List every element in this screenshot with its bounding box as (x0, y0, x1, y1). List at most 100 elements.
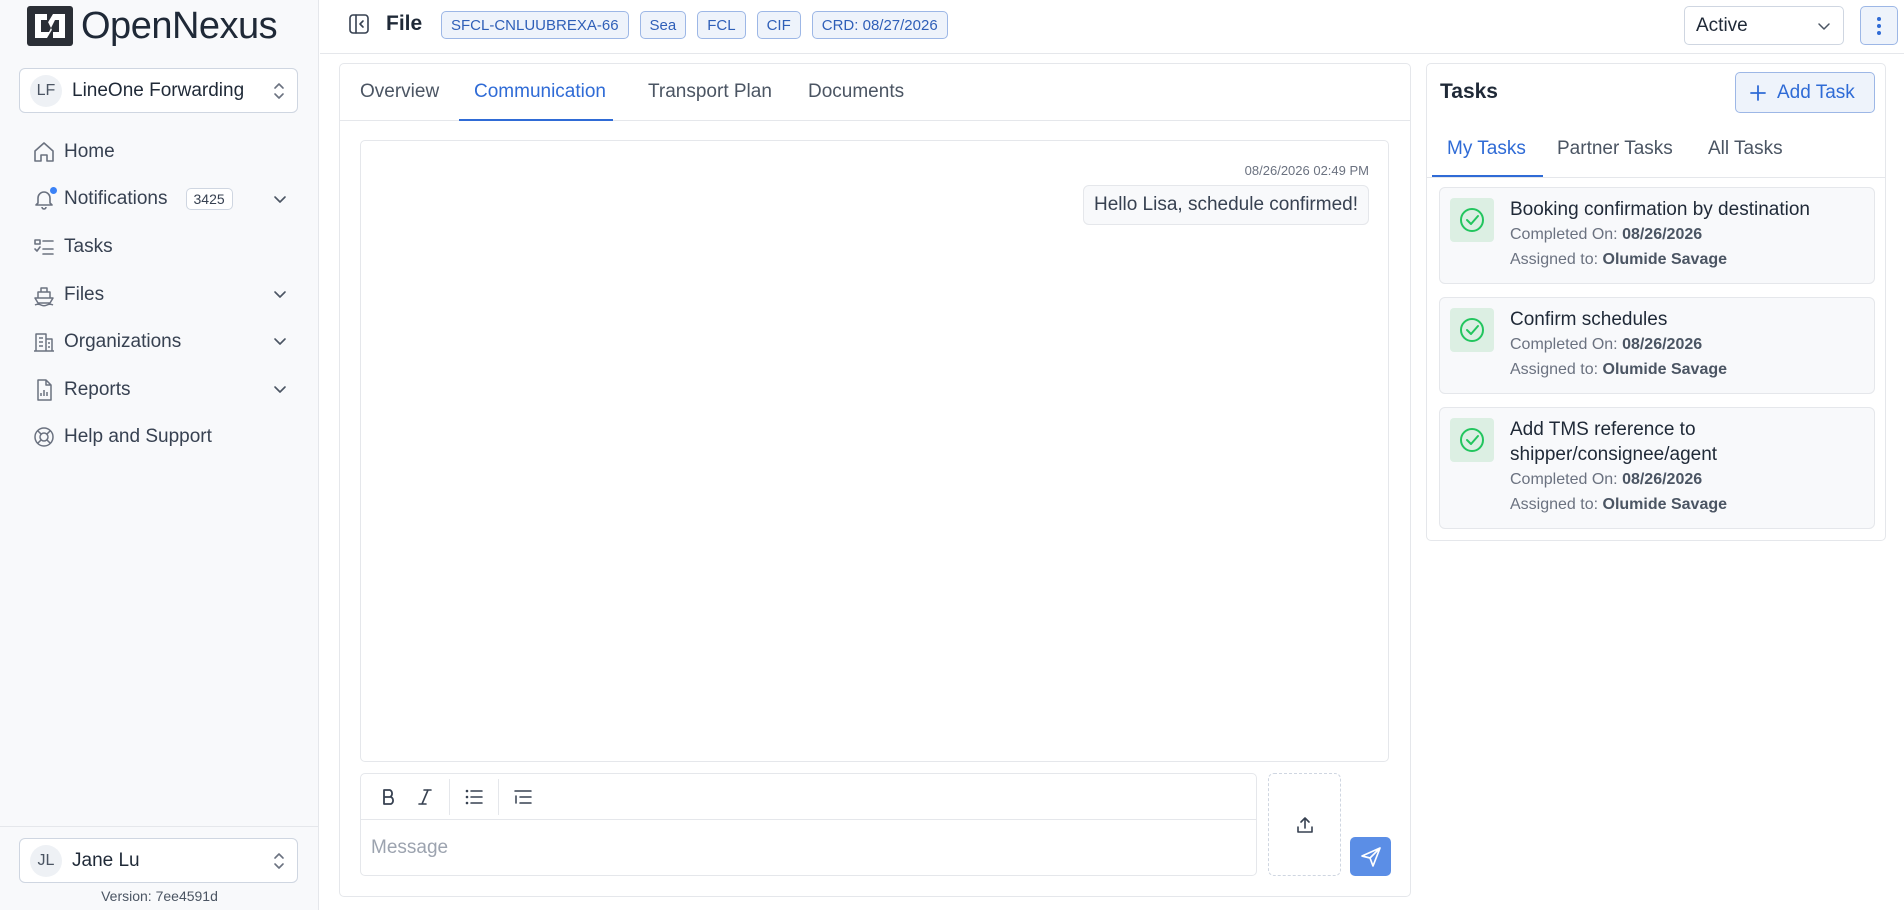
tab-overview[interactable]: Overview (360, 81, 439, 103)
org-switcher[interactable]: LF LineOne Forwarding (19, 68, 298, 113)
tab-my-tasks[interactable]: My Tasks (1447, 138, 1526, 160)
check-circle-icon (1460, 208, 1484, 232)
file-reference-tag: SFCL-CNLUUBREXA-66 (441, 11, 629, 39)
completed-date: 08/26/2026 (1622, 471, 1703, 488)
sidebar-divider (0, 826, 319, 827)
formatting-toolbar (361, 774, 1256, 820)
toolbar-divider (449, 778, 450, 815)
tab-documents[interactable]: Documents (808, 81, 904, 103)
nexus-logo-icon (27, 6, 73, 46)
logo-word-nexus: Nexus (171, 5, 278, 47)
task-status (1450, 308, 1494, 352)
mode-tag: Sea (639, 11, 687, 39)
chevron-down-icon (1818, 23, 1830, 30)
italic-icon (418, 788, 432, 805)
task-card[interactable]: Add TMS reference to shipper/consignee/a… (1439, 407, 1875, 529)
task-body: Add TMS reference to shipper/consignee/a… (1510, 417, 1865, 517)
crd-date-tag: CRD: 08/27/2026 (811, 11, 948, 39)
sidebar-item-home[interactable]: Home (19, 128, 298, 176)
lifebuoy-icon (34, 427, 54, 448)
more-actions-button[interactable] (1860, 6, 1898, 45)
bold-icon (383, 788, 394, 805)
completed-label: Completed On: (1510, 471, 1618, 488)
message-thread[interactable]: 08/26/2026 02:49 PM Hello Lisa, schedule… (360, 140, 1389, 762)
task-completed-on: Completed On: 08/26/2026 (1510, 467, 1865, 492)
task-card[interactable]: Confirm schedules Completed On: 08/26/20… (1439, 297, 1875, 394)
task-list-icon (34, 239, 54, 255)
sidebar-item-label: Organizations (64, 331, 182, 353)
building-icon (34, 333, 54, 352)
task-title: Add TMS reference to shipper/consignee/a… (1510, 419, 1718, 465)
ship-icon (34, 286, 54, 307)
chevron-down-icon[interactable] (272, 193, 288, 207)
bullet-list-button[interactable] (456, 782, 492, 812)
indent-list-icon (514, 789, 532, 804)
task-title: Booking confirmation by destination (1510, 199, 1810, 220)
indent-list-button[interactable] (505, 782, 541, 812)
app-name: OpenNexus (81, 5, 278, 47)
task-assignee: Assigned to: Olumide Savage (1510, 247, 1865, 272)
message-bubble: Hello Lisa, schedule confirmed! (1082, 185, 1369, 225)
app-version: Version: 7ee4591d (101, 888, 218, 904)
sidebar-item-organizations[interactable]: Organizations (19, 318, 298, 366)
sidebar-item-label: Files (64, 283, 105, 305)
load-type-tag: FCL (697, 11, 746, 39)
task-tabs: My Tasks Partner Tasks All Tasks (1427, 121, 1885, 178)
bullet-list-icon (465, 789, 483, 804)
sidebar-item-notifications[interactable]: Notifications 3425 (19, 176, 298, 224)
assigned-label: Assigned to: (1510, 251, 1599, 268)
assignee-name: Olumide Savage (1602, 251, 1728, 268)
add-task-button[interactable]: Add Task (1735, 72, 1875, 113)
sidebar-item-reports[interactable]: Reports (19, 366, 298, 414)
send-icon (1360, 846, 1381, 867)
toolbar-divider (498, 778, 499, 815)
tab-partner-tasks[interactable]: Partner Tasks (1557, 138, 1673, 160)
send-button[interactable] (1350, 837, 1391, 876)
tab-communication[interactable]: Communication (474, 81, 606, 103)
italic-button[interactable] (407, 782, 443, 812)
tab-all-tasks[interactable]: All Tasks (1708, 138, 1783, 160)
status-dropdown[interactable]: Active (1684, 6, 1844, 45)
user-avatar: JL (30, 844, 62, 877)
completed-label: Completed On: (1510, 336, 1618, 353)
assignee-name: Olumide Savage (1602, 496, 1728, 513)
message-timestamp: 08/26/2026 02:49 PM (1244, 163, 1369, 178)
sidebar-collapse-icon[interactable] (348, 13, 370, 35)
task-card[interactable]: Booking confirmation by destination Comp… (1439, 187, 1875, 284)
tasks-panel-title: Tasks (1440, 80, 1498, 103)
sidebar-item-files[interactable]: Files (19, 271, 298, 319)
task-body: Confirm schedules Completed On: 08/26/20… (1510, 307, 1865, 382)
chevron-down-icon[interactable] (272, 383, 288, 397)
task-assignee: Assigned to: Olumide Savage (1510, 357, 1865, 382)
sidebar-item-help[interactable]: Help and Support (19, 414, 298, 462)
chevron-up-down-icon (274, 83, 284, 99)
incoterm-tag: CIF (756, 11, 801, 39)
status-value: Active (1696, 14, 1748, 36)
file-tags: SFCL-CNLUUBREXA-66 Sea FCL CIF CRD: 08/2… (441, 11, 948, 39)
user-menu[interactable]: JL Jane Lu (19, 838, 298, 883)
home-icon (34, 141, 54, 162)
chevron-down-icon[interactable] (272, 288, 288, 302)
sidebar-item-label: Notifications (64, 188, 168, 210)
user-name: Jane Lu (72, 849, 140, 871)
assigned-label: Assigned to: (1510, 361, 1599, 378)
message-composer (360, 773, 1257, 876)
completed-date: 08/26/2026 (1622, 336, 1703, 353)
task-status (1450, 418, 1494, 462)
sidebar-nav: Home Notifications 3425 Tasks Files Orga… (19, 128, 298, 461)
logo-word-open: Open (81, 5, 172, 47)
sidebar: OpenNexus LF LineOne Forwarding Home Not… (0, 0, 319, 910)
sidebar-item-tasks[interactable]: Tasks (19, 223, 298, 271)
plus-icon (1750, 84, 1766, 101)
notification-dot (49, 185, 58, 195)
bold-button[interactable] (371, 782, 407, 812)
chevron-down-icon[interactable] (272, 335, 288, 349)
app-logo[interactable]: OpenNexus (27, 5, 278, 47)
attachment-upload[interactable] (1268, 773, 1341, 876)
tab-transport-plan[interactable]: Transport Plan (648, 81, 772, 103)
task-status (1450, 198, 1494, 242)
add-task-label: Add Task (1777, 81, 1855, 103)
message-input[interactable] (361, 820, 1256, 876)
check-circle-icon (1460, 428, 1484, 452)
page-header: File SFCL-CNLUUBREXA-66 Sea FCL CIF CRD:… (320, 0, 1904, 54)
